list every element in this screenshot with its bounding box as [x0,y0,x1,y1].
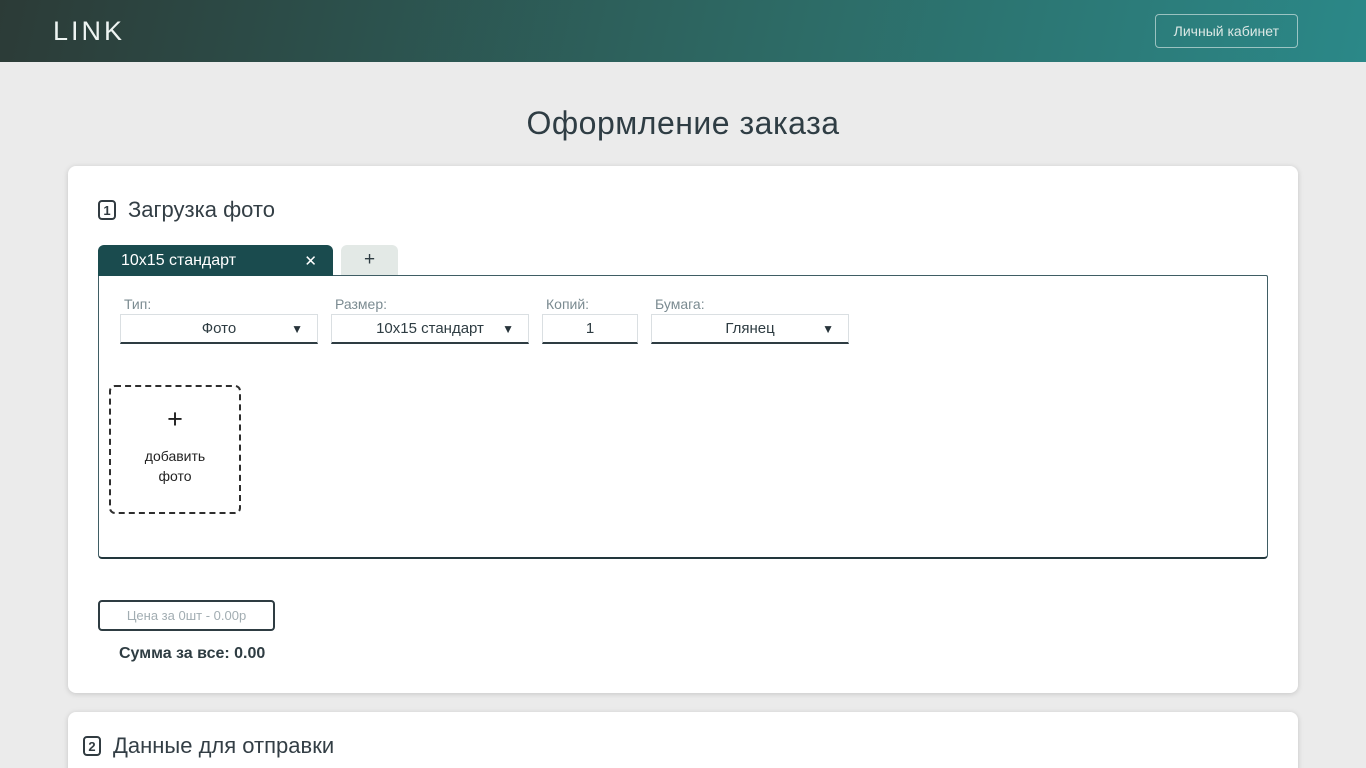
page-title: Оформление заказа [0,104,1366,142]
step-2-badge: 2 [83,736,101,756]
dropdown-arrow-icon: ▼ [502,323,514,335]
add-format-tab-button[interactable]: + [341,245,398,275]
settings-fields-row: Тип: Фото ▼ Размер: 10x15 стандарт ▼ Коп… [120,296,1267,344]
step-1-badge: 1 [98,200,116,220]
logo[interactable]: LINK [53,16,125,47]
field-copies: Копий: 1 [542,296,638,344]
top-navbar: LINK Личный кабинет [0,0,1366,62]
total-sum-text: Сумма за все: 0.00 [119,645,1268,663]
section-heading-shipping: 2 Данные для отправки [83,733,1298,759]
type-select[interactable]: Фото ▼ [120,314,318,344]
field-paper: Бумага: Глянец ▼ [651,296,849,344]
format-settings-panel: Тип: Фото ▼ Размер: 10x15 стандарт ▼ Коп… [98,275,1268,559]
paper-label: Бумага: [655,296,849,312]
plus-icon: + [167,406,183,433]
copies-label: Копий: [546,296,638,312]
paper-select[interactable]: Глянец ▼ [651,314,849,344]
section-heading-upload: 1 Загрузка фото [98,197,1268,223]
price-button[interactable]: Цена за 0шт - 0.00р [98,600,275,631]
tab-label: 10x15 стандарт [121,252,236,270]
field-type: Тип: Фото ▼ [120,296,318,344]
copies-input[interactable]: 1 [542,314,638,344]
add-photo-label: добавить фото [130,446,220,486]
size-select-value: 10x15 стандарт [376,320,484,337]
shipping-data-card: 2 Данные для отправки [68,712,1298,768]
size-label: Размер: [335,296,529,312]
paper-select-value: Глянец [725,320,774,337]
plus-icon: + [364,249,375,271]
account-button[interactable]: Личный кабинет [1155,14,1298,48]
tab-10x15-standart[interactable]: 10x15 стандарт ✕ [98,245,333,276]
close-tab-icon[interactable]: ✕ [304,252,317,270]
size-select[interactable]: 10x15 стандарт ▼ [331,314,529,344]
type-select-value: Фото [202,320,236,337]
type-label: Тип: [124,296,318,312]
dropdown-arrow-icon: ▼ [291,323,303,335]
upload-photo-card: 1 Загрузка фото 10x15 стандарт ✕ + Тип: … [68,166,1298,693]
copies-value: 1 [586,320,594,337]
add-photo-dropzone[interactable]: + добавить фото [109,385,241,514]
dropdown-arrow-icon: ▼ [822,323,834,335]
section-2-title: Данные для отправки [113,733,334,759]
format-tabs: 10x15 стандарт ✕ + [98,245,1268,275]
field-size: Размер: 10x15 стандарт ▼ [331,296,529,344]
section-1-title: Загрузка фото [128,197,275,223]
